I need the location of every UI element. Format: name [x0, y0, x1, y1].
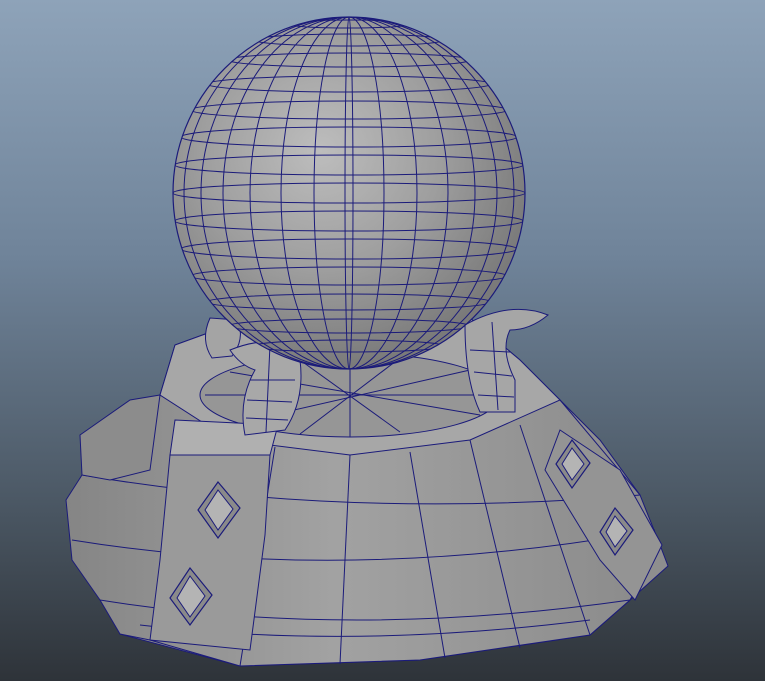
crystal-ball-sphere[interactable] [172, 16, 526, 370]
scene-render [65, 16, 669, 667]
octagonal-pedestal-base[interactable] [65, 317, 669, 667]
3d-viewport[interactable] [0, 0, 765, 681]
